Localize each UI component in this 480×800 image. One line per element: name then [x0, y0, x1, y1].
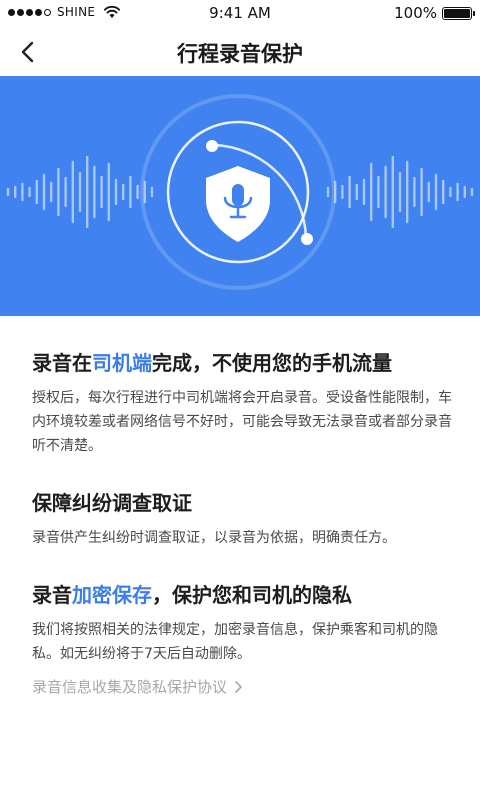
- section-encrypted-storage: 录音加密保存，保护您和司机的隐私 我们将按照相关的法律规定，加密录音信息，保护乘…: [32, 580, 452, 666]
- page-title: 行程录音保护: [177, 42, 303, 66]
- battery-icon: [442, 6, 475, 20]
- section-description: 授权后，每次行程进行中司机端将会开启录音。受设备性能限制，车内环境较差或者网络信…: [32, 390, 452, 454]
- section-description: 录音供产生纠纷时调查取证，以录音为依据，明确责任方。: [32, 530, 396, 546]
- agreement-link-label: 录音信息收集及隐私保护协议: [32, 678, 228, 696]
- battery-percentage: 100%: [394, 4, 437, 22]
- status-bar: SHINE 9:41 AM 100%: [0, 0, 480, 26]
- title-text: 完成，不使用您的手机流量: [152, 351, 392, 375]
- navigation-bar: 行程录音保护: [0, 26, 480, 76]
- title-highlight: 司机端: [92, 351, 152, 375]
- title-text: 录音: [32, 583, 72, 607]
- chevron-right-icon: [235, 680, 242, 693]
- hero-illustration: [6, 94, 474, 290]
- ring-dot-top: [206, 140, 218, 152]
- battery-level: [444, 8, 470, 18]
- section-title: 录音加密保存，保护您和司机的隐私: [32, 580, 452, 610]
- section-dispute-evidence: 保障纠纷调查取证 录音供产生纠纷时调查取证，以录音为依据，明确责任方。: [32, 488, 452, 550]
- privacy-agreement-link[interactable]: 录音信息收集及隐私保护协议: [32, 676, 243, 697]
- title-text: ，保护您和司机的隐私: [152, 583, 352, 607]
- section-description: 我们将按照相关的法律规定，加密录音信息，保护乘客和司机的隐私。如无纠纷将于7天后…: [32, 622, 438, 662]
- hero-banner: [0, 76, 480, 316]
- sound-wave-left: [6, 155, 154, 229]
- ring-dot-bottom: [301, 233, 313, 245]
- section-title: 录音在司机端完成，不使用您的手机流量: [32, 348, 452, 378]
- sound-wave-right: [326, 155, 474, 229]
- title-highlight: 加密保存: [72, 583, 152, 607]
- title-text: 录音在: [32, 351, 92, 375]
- content: 录音在司机端完成，不使用您的手机流量 授权后，每次行程进行中司机端将会开启录音。…: [32, 348, 452, 696]
- status-right: 100%: [394, 4, 475, 22]
- section-title: 保障纠纷调查取证: [32, 491, 192, 515]
- section-driver-recording: 录音在司机端完成，不使用您的手机流量 授权后，每次行程进行中司机端将会开启录音。…: [32, 348, 452, 458]
